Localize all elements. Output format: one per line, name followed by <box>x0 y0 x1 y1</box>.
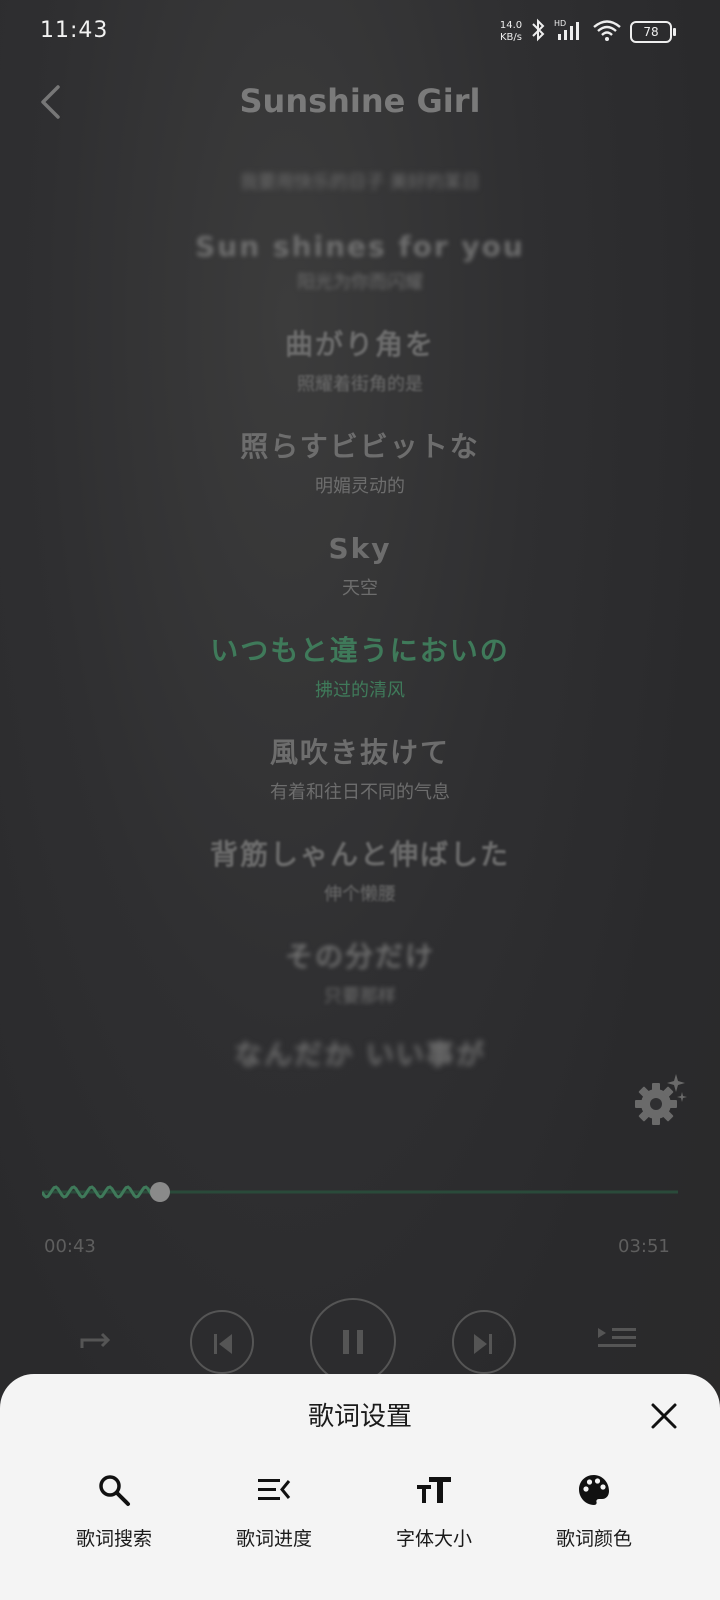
lyrics-list[interactable]: 我要用快乐的日子 美好的某日 Sun shines for you 阳光为你而闪… <box>0 170 720 1074</box>
lyric-original: Sun shines for you <box>195 230 525 263</box>
option-label: 歌词进度 <box>235 1528 312 1550</box>
progress-thumb[interactable] <box>150 1182 170 1202</box>
lyric-original: Sky <box>328 532 392 565</box>
repeat-icon[interactable] <box>76 1330 116 1364</box>
total-time: 03:51 <box>618 1236 670 1257</box>
lyric-line: その分だけ 只要那样 <box>0 938 720 1010</box>
battery-level: 78 <box>643 25 659 39</box>
pause-icon <box>340 1328 366 1360</box>
song-title: Sunshine Girl <box>239 82 481 120</box>
lyric-original: 背筋しゃんと伸ばした <box>209 838 510 871</box>
option-lyric-color[interactable]: 歌词颜色 <box>514 1470 674 1551</box>
previous-icon <box>212 1332 234 1360</box>
bluetooth-icon <box>530 18 546 46</box>
status-bar: 11:43 14.0 KB/s HD 78 <box>0 0 720 68</box>
progress-bar[interactable] <box>40 1180 678 1204</box>
lyric-line: 我要用快乐的日子 美好的某日 <box>0 170 720 206</box>
lyric-progress-icon <box>254 1470 294 1510</box>
network-speed-value: 14.0 <box>499 20 523 31</box>
battery-icon: 78 <box>630 21 676 43</box>
lyric-translation: 只要那样 <box>324 986 396 1007</box>
svg-text:HD: HD <box>554 19 566 28</box>
lyric-translation: 照耀着街角的是 <box>297 374 423 395</box>
back-arrow-icon <box>41 85 60 119</box>
next-icon <box>472 1332 494 1360</box>
lyric-line: 背筋しゃんと伸ばした 伸个懒腰 <box>0 836 720 908</box>
progress-track <box>40 1182 678 1202</box>
sheet-title: 歌词设置 <box>307 1402 412 1432</box>
option-font-size[interactable]: 字体大小 <box>354 1470 514 1551</box>
lyric-translation: 明媚灵动的 <box>315 476 405 497</box>
lyric-line-current: いつもと違うにおいの 拂过的清风 <box>0 632 720 704</box>
lyric-translation: 拂过的清风 <box>315 680 405 701</box>
current-time: 00:43 <box>44 1236 96 1257</box>
lyric-translation: 有着和往日不同的气息 <box>270 782 450 803</box>
close-icon <box>651 1403 677 1429</box>
option-lyric-search[interactable]: 歌词搜索 <box>34 1470 194 1551</box>
signal-icon: HD <box>554 18 584 46</box>
lyric-original: 曲がり角を <box>284 328 435 361</box>
option-lyric-progress[interactable]: 歌词进度 <box>194 1470 354 1551</box>
back-button[interactable] <box>30 80 70 124</box>
lyric-original: その分だけ <box>284 940 435 973</box>
network-speed: 14.0 KB/s <box>494 20 528 44</box>
lyric-translation: 伸个懒腰 <box>324 884 396 905</box>
option-label: 歌词颜色 <box>555 1528 632 1550</box>
lyric-translation: 我要用快乐的日子 美好的某日 <box>240 172 480 193</box>
playback-controls <box>0 1298 720 1384</box>
lyric-line: Sun shines for you 阳光为你而闪耀 <box>0 228 720 296</box>
lyric-translation: 天空 <box>342 578 378 599</box>
font-size-icon <box>414 1470 454 1510</box>
lyric-line: なんだか いい事が <box>0 1036 720 1074</box>
lyric-original: いつもと違うにおいの <box>210 634 510 667</box>
lyric-line: 照らすビビットな 明媚灵动的 <box>0 428 720 500</box>
lyric-settings-gear-button[interactable] <box>632 1072 688 1128</box>
lyric-line: 曲がり角を 照耀着街角的是 <box>0 326 720 398</box>
lyric-line: Sky 天空 <box>0 530 720 602</box>
lyric-line: 風吹き抜けて 有着和往日不同的气息 <box>0 734 720 806</box>
status-time: 11:43 <box>40 18 109 43</box>
lyric-translation: 阳光为你而闪耀 <box>297 272 423 293</box>
lyric-original: 照らすビビットな <box>240 430 480 463</box>
status-icons: HD 78 <box>530 18 676 46</box>
option-label: 字体大小 <box>395 1528 472 1550</box>
gear-sparkle-icon <box>635 1074 687 1125</box>
playlist-icon[interactable] <box>596 1324 640 1352</box>
lyric-settings-sheet: 歌词设置 歌词搜索 歌词进度 字体大小 歌词颜色 <box>0 1374 720 1600</box>
close-button[interactable] <box>644 1396 684 1436</box>
option-label: 歌词搜索 <box>75 1528 152 1550</box>
network-speed-unit: KB/s <box>500 32 522 43</box>
lyric-original: 風吹き抜けて <box>269 736 450 769</box>
wifi-icon <box>592 18 622 46</box>
lyric-original: なんだか いい事が <box>234 1038 486 1071</box>
palette-icon <box>574 1470 614 1510</box>
search-icon <box>94 1470 134 1510</box>
